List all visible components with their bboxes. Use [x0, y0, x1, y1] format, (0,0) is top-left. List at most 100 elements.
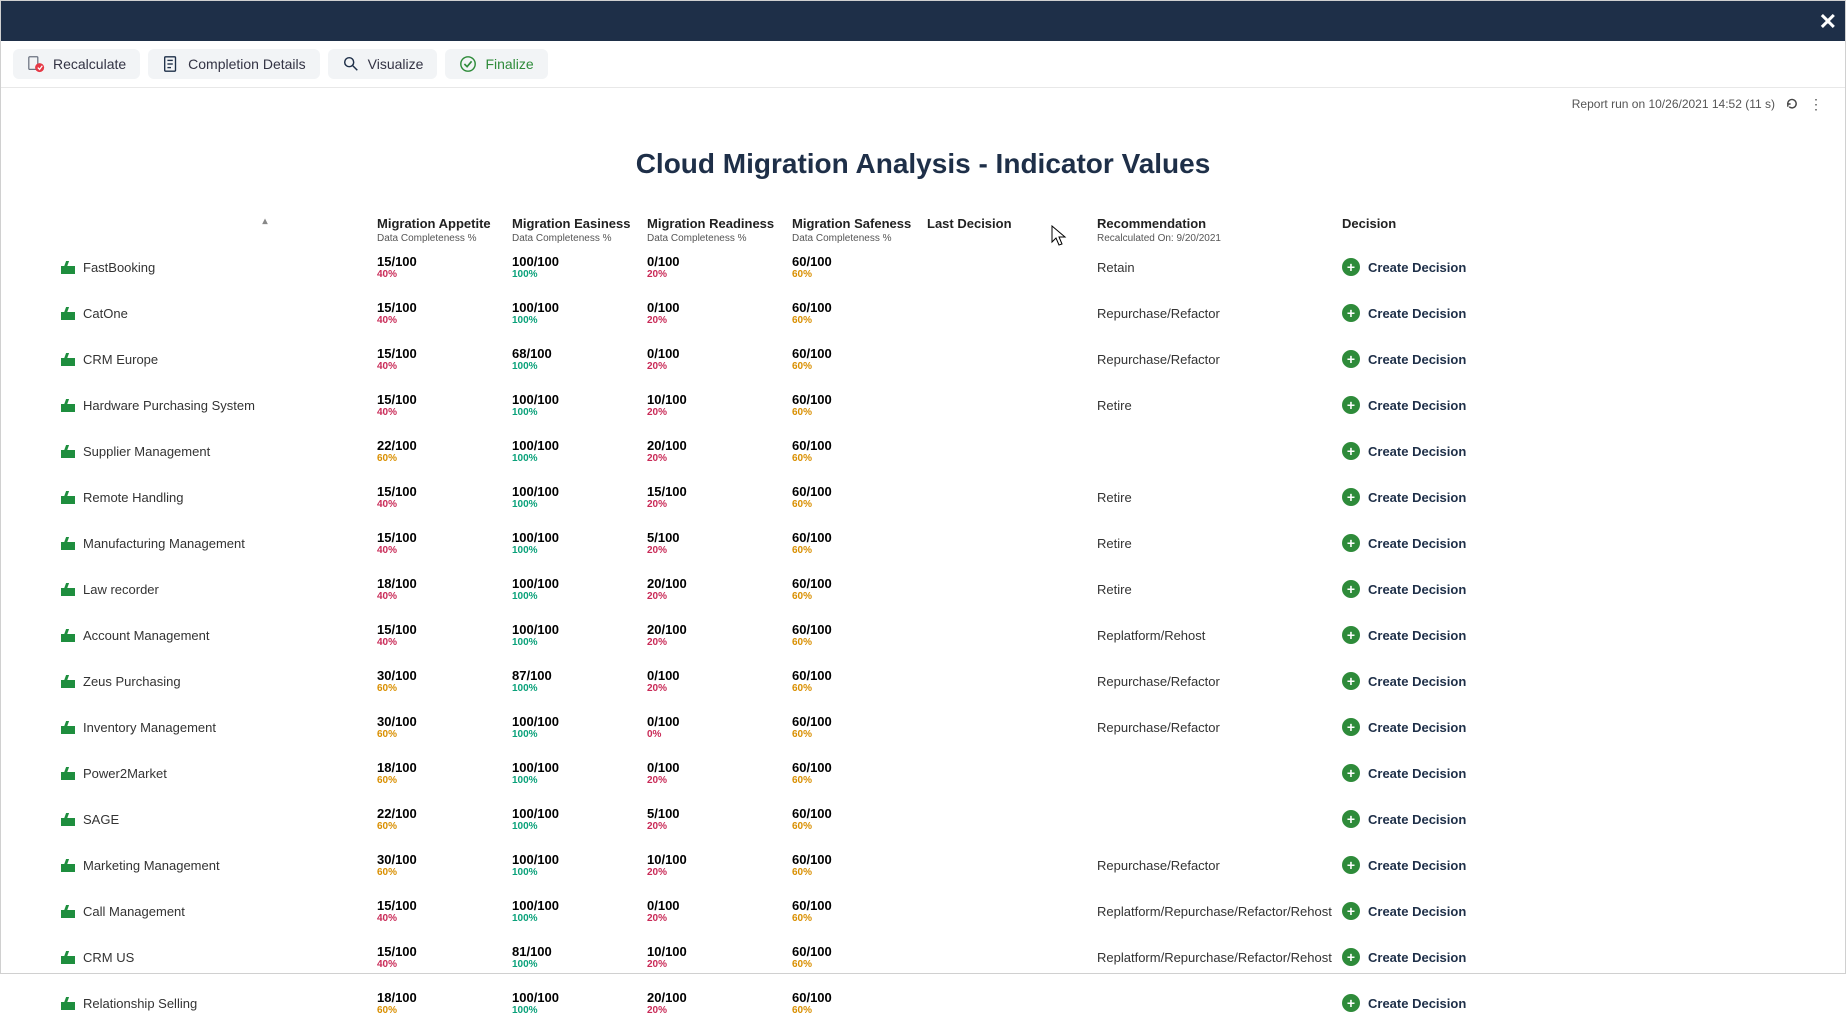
safeness-cell: 60/10060% — [792, 566, 927, 612]
create-decision-plus-icon[interactable]: + — [1342, 442, 1360, 460]
create-decision-button[interactable]: Create Decision — [1368, 904, 1466, 919]
create-decision-plus-icon[interactable]: + — [1342, 948, 1360, 966]
create-decision-button[interactable]: Create Decision — [1368, 306, 1466, 321]
decision-cell: + Create Decision — [1342, 520, 1512, 566]
recalculate-button[interactable]: Recalculate — [13, 49, 140, 79]
safeness-value: 60/100 — [792, 576, 923, 591]
finalize-button[interactable]: Finalize — [445, 49, 547, 79]
create-decision-button[interactable]: Create Decision — [1368, 812, 1466, 827]
create-decision-button[interactable]: Create Decision — [1368, 674, 1466, 689]
app-name-cell[interactable]: Relationship Selling — [17, 980, 377, 1026]
appetite-pct: 40% — [377, 591, 508, 602]
easiness-cell: 100/100100% — [512, 888, 647, 934]
readiness-value: 10/100 — [647, 852, 788, 867]
safeness-value: 60/100 — [792, 530, 923, 545]
sort-caret-icon: ▴ — [17, 216, 373, 227]
safeness-pct: 60% — [792, 1005, 923, 1016]
app-name-cell[interactable]: SAGE — [17, 796, 377, 842]
easiness-value: 100/100 — [512, 806, 643, 821]
readiness-value: 5/100 — [647, 530, 788, 545]
create-decision-plus-icon[interactable]: + — [1342, 672, 1360, 690]
app-name-cell[interactable]: CRM Europe — [17, 336, 377, 382]
create-decision-button[interactable]: Create Decision — [1368, 536, 1466, 551]
close-icon[interactable]: ✕ — [1819, 9, 1837, 35]
safeness-pct: 60% — [792, 269, 923, 280]
create-decision-button[interactable]: Create Decision — [1368, 582, 1466, 597]
recommendation-text: Repurchase/Refactor — [1097, 858, 1220, 873]
app-name-cell[interactable]: Inventory Management — [17, 704, 377, 750]
app-name-cell[interactable]: Law recorder — [17, 566, 377, 612]
create-decision-button[interactable]: Create Decision — [1368, 996, 1466, 1011]
app-name-label: Zeus Purchasing — [83, 674, 181, 689]
app-name-cell[interactable]: CRM US — [17, 934, 377, 980]
create-decision-plus-icon[interactable]: + — [1342, 488, 1360, 506]
safeness-value: 60/100 — [792, 438, 923, 453]
create-decision-button[interactable]: Create Decision — [1368, 720, 1466, 735]
app-name-cell[interactable]: Call Management — [17, 888, 377, 934]
create-decision-plus-icon[interactable]: + — [1342, 718, 1360, 736]
app-name-label: Manufacturing Management — [83, 536, 245, 551]
create-decision-button[interactable]: Create Decision — [1368, 950, 1466, 965]
create-decision-plus-icon[interactable]: + — [1342, 580, 1360, 598]
readiness-cell: 15/10020% — [647, 474, 792, 520]
appetite-pct: 40% — [377, 407, 508, 418]
col-safeness-header[interactable]: Migration Safeness — [792, 216, 927, 233]
kebab-menu-icon[interactable]: ⋮ — [1809, 101, 1823, 107]
create-decision-button[interactable]: Create Decision — [1368, 260, 1466, 275]
col-app-header[interactable]: ▴ — [17, 216, 377, 244]
easiness-value: 100/100 — [512, 714, 643, 729]
readiness-cell: 0/10020% — [647, 244, 792, 290]
create-decision-plus-icon[interactable]: + — [1342, 994, 1360, 1012]
col-easiness-header[interactable]: Migration Easiness — [512, 216, 647, 233]
create-decision-button[interactable]: Create Decision — [1368, 352, 1466, 367]
easiness-pct: 100% — [512, 959, 643, 970]
easiness-cell: 68/100100% — [512, 336, 647, 382]
col-decision-header[interactable]: Decision — [1342, 216, 1512, 233]
safeness-pct: 60% — [792, 637, 923, 648]
app-name-cell[interactable]: FastBooking — [17, 244, 377, 290]
col-recommendation-header[interactable]: Recommendation — [1097, 216, 1342, 233]
create-decision-plus-icon[interactable]: + — [1342, 396, 1360, 414]
refresh-icon[interactable] — [1785, 97, 1799, 111]
app-name-cell[interactable]: Supplier Management — [17, 428, 377, 474]
last-decision-cell — [927, 566, 1097, 612]
app-name-cell[interactable]: Marketing Management — [17, 842, 377, 888]
create-decision-button[interactable]: Create Decision — [1368, 858, 1466, 873]
col-readiness-header[interactable]: Migration Readiness — [647, 216, 792, 233]
easiness-value: 100/100 — [512, 530, 643, 545]
create-decision-plus-icon[interactable]: + — [1342, 350, 1360, 368]
create-decision-button[interactable]: Create Decision — [1368, 490, 1466, 505]
app-name-cell[interactable]: Remote Handling — [17, 474, 377, 520]
create-decision-plus-icon[interactable]: + — [1342, 534, 1360, 552]
safeness-cell: 60/10060% — [792, 612, 927, 658]
create-decision-button[interactable]: Create Decision — [1368, 398, 1466, 413]
app-name-cell[interactable]: Zeus Purchasing — [17, 658, 377, 704]
col-appetite-header[interactable]: Migration Appetite — [377, 216, 512, 233]
create-decision-plus-icon[interactable]: + — [1342, 810, 1360, 828]
app-name-cell[interactable]: CatOne — [17, 290, 377, 336]
app-name-cell[interactable]: Manufacturing Management — [17, 520, 377, 566]
visualize-label: Visualize — [368, 56, 424, 72]
page-title: Cloud Migration Analysis - Indicator Val… — [17, 148, 1829, 180]
easiness-pct: 100% — [512, 361, 643, 372]
visualize-button[interactable]: Visualize — [328, 49, 438, 79]
create-decision-plus-icon[interactable]: + — [1342, 304, 1360, 322]
safeness-pct: 60% — [792, 683, 923, 694]
app-name-cell[interactable]: Hardware Purchasing System — [17, 382, 377, 428]
create-decision-plus-icon[interactable]: + — [1342, 626, 1360, 644]
create-decision-plus-icon[interactable]: + — [1342, 258, 1360, 276]
app-name-cell[interactable]: Account Management — [17, 612, 377, 658]
decision-cell: + Create Decision — [1342, 750, 1512, 796]
create-decision-plus-icon[interactable]: + — [1342, 856, 1360, 874]
easiness-cell: 100/100100% — [512, 842, 647, 888]
create-decision-button[interactable]: Create Decision — [1368, 444, 1466, 459]
create-decision-plus-icon[interactable]: + — [1342, 902, 1360, 920]
create-decision-button[interactable]: Create Decision — [1368, 628, 1466, 643]
col-last-decision-header[interactable]: Last Decision — [927, 216, 1097, 233]
create-decision-plus-icon[interactable]: + — [1342, 764, 1360, 782]
completion-details-button[interactable]: Completion Details — [148, 49, 320, 79]
create-decision-button[interactable]: Create Decision — [1368, 766, 1466, 781]
appetite-pct: 40% — [377, 361, 508, 372]
easiness-cell: 100/100100% — [512, 474, 647, 520]
app-name-cell[interactable]: Power2Market — [17, 750, 377, 796]
